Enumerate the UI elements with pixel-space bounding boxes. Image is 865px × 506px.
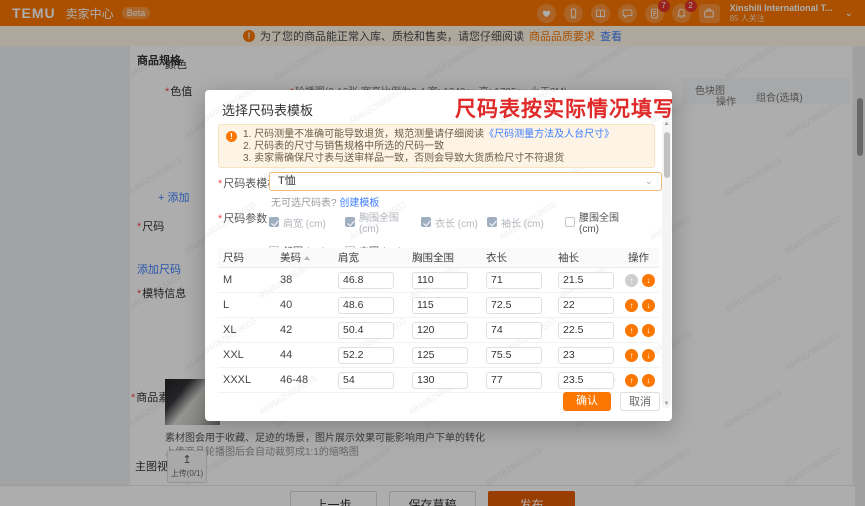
size-col-header: 袖长 xyxy=(558,252,579,264)
size-col-header: 衣长 xyxy=(486,252,507,264)
move-up-button[interactable]: ↑ xyxy=(625,298,638,312)
checkbox-icon xyxy=(421,217,431,227)
size-cell: 38 xyxy=(280,274,293,286)
size-cell: 40 xyxy=(280,299,293,311)
no-template-hint: 无可选尺码表? xyxy=(271,198,337,209)
confirm-button[interactable]: 确认 xyxy=(563,392,611,411)
garment-length-input[interactable] xyxy=(486,296,542,314)
alert-line-1: 1. 尺码测量不准确可能导致退货，规范测量请仔细阅读《尺码测量方法及人台尺寸》 xyxy=(243,129,615,140)
size-param-label: 袖长 (cm) xyxy=(501,218,544,230)
size-param-checkbox: 衣长 (cm) xyxy=(421,209,487,235)
size-table-row: XXL 44 ↑ ↓ xyxy=(218,343,659,368)
shoulder-width-input[interactable] xyxy=(338,346,394,364)
create-template-link[interactable]: 创建模板 xyxy=(339,198,379,209)
size-col-header: 尺码 xyxy=(223,252,244,264)
sleeve-length-input[interactable] xyxy=(558,271,614,289)
size-param-checkbox: 胸围全围 (cm) xyxy=(345,209,421,235)
size-col-header: 肩宽 xyxy=(338,252,359,264)
sort-caret-icon[interactable] xyxy=(304,255,310,260)
chest-circumference-input[interactable] xyxy=(412,296,468,314)
move-down-button[interactable]: ↓ xyxy=(642,348,655,362)
move-up-button[interactable]: ↑ xyxy=(625,373,638,387)
size-alert-box: ! 1. 尺码测量不准确可能导致退货，规范测量请仔细阅读《尺码测量方法及人台尺寸… xyxy=(218,124,655,168)
size-chart-template-modal: 4846829868603 4846829868603 4846829868603 4… xyxy=(205,90,672,421)
params-field-label: 尺码参数 xyxy=(223,213,268,225)
garment-length-input[interactable] xyxy=(486,271,542,289)
alert-icon: ! xyxy=(226,131,237,142)
garment-length-input[interactable] xyxy=(486,346,542,364)
size-param-checkbox[interactable]: 腰围全围 (cm) xyxy=(565,209,641,235)
size-template-select[interactable]: T恤 ⌄ xyxy=(269,172,662,191)
sleeve-length-input[interactable] xyxy=(558,346,614,364)
move-down-button[interactable]: ↓ xyxy=(642,323,655,337)
red-annotation: 尺码表按实际情况填写 xyxy=(455,98,672,121)
measure-method-link[interactable]: 《尺码测量方法及人台尺寸》 xyxy=(484,129,614,140)
size-col-header[interactable]: 美码 xyxy=(275,250,333,265)
size-cell: 46-48 xyxy=(280,374,309,386)
checkbox-icon xyxy=(269,217,279,227)
move-up-button[interactable]: ↑ xyxy=(625,323,638,337)
modal-scrollbar-thumb[interactable] xyxy=(663,132,670,178)
size-table-row: L 40 ↑ ↓ xyxy=(218,293,659,318)
move-down-button[interactable]: ↓ xyxy=(642,298,655,312)
size-table-row: XXXL 46-48 ↑ ↓ xyxy=(218,368,659,393)
size-param-label: 胸围全围 (cm) xyxy=(359,213,399,235)
size-param-label: 腰围全围 (cm) xyxy=(579,213,619,235)
size-chart-table: 尺码 美码肩宽 胸围全围 衣长 袖长 操作 M 38 ↑ ↓ L 40 ↑ ↓ XL 42 ↑ ↓ XXL 44 ↑ ↓… xyxy=(218,248,659,393)
size-param-label: 衣长 (cm) xyxy=(435,218,478,230)
modal-scrollbar[interactable]: ▲ ▼ xyxy=(662,120,671,408)
move-up-button[interactable]: ↑ xyxy=(625,348,638,362)
size-table-row: XL 42 ↑ ↓ xyxy=(218,318,659,343)
size-cell: 42 xyxy=(280,324,293,336)
size-param-label: 肩宽 (cm) xyxy=(283,218,326,230)
move-down-button[interactable]: ↓ xyxy=(642,273,655,287)
alert-line-3: 3. 卖家需确保尺寸表与送审样品一致，否则会导致大货质检尺寸不符退货 xyxy=(243,153,565,164)
garment-length-input[interactable] xyxy=(486,321,542,339)
shoulder-width-input[interactable] xyxy=(338,271,394,289)
modal-title: 选择尺码表模板 xyxy=(222,103,314,118)
sleeve-length-input[interactable] xyxy=(558,321,614,339)
selected-template-value: T恤 xyxy=(278,175,296,187)
size-cell: XXXL xyxy=(223,374,252,386)
cancel-button[interactable]: 取消 xyxy=(620,392,660,411)
size-cell: XL xyxy=(223,324,237,336)
select-caret-icon: ⌄ xyxy=(644,176,653,187)
chest-circumference-input[interactable] xyxy=(412,346,468,364)
move-down-button[interactable]: ↓ xyxy=(642,373,655,387)
shoulder-width-input[interactable] xyxy=(338,371,394,389)
alert-line-2: 2. 尺码表的尺寸与销售规格中所选的尺码一致 xyxy=(243,141,445,152)
sleeve-length-input[interactable] xyxy=(558,371,614,389)
chest-circumference-input[interactable] xyxy=(412,271,468,289)
size-table-row: M 38 ↑ ↓ xyxy=(218,268,659,293)
size-cell: XXL xyxy=(223,349,244,361)
checkbox-icon xyxy=(345,217,355,227)
size-col-header: 胸围全围 xyxy=(412,252,454,264)
sleeve-length-input[interactable] xyxy=(558,296,614,314)
size-cell: L xyxy=(223,299,230,311)
scroll-down-icon[interactable]: ▼ xyxy=(662,401,671,407)
size-table-header-row: 尺码 美码 肩宽 胸围全围 衣长 袖长 操作 xyxy=(218,248,659,268)
garment-length-input[interactable] xyxy=(486,371,542,389)
shoulder-width-input[interactable] xyxy=(338,296,394,314)
size-param-checkbox: 袖长 (cm) xyxy=(487,209,565,235)
checkbox-icon[interactable] xyxy=(565,217,575,227)
checkbox-icon xyxy=(487,217,497,227)
size-col-header: 操作 xyxy=(628,252,649,264)
size-param-checkbox: 肩宽 (cm) xyxy=(269,209,345,235)
chest-circumference-input[interactable] xyxy=(412,371,468,389)
size-cell: 44 xyxy=(280,349,293,361)
move-up-button[interactable]: ↑ xyxy=(625,273,638,287)
size-cell: M xyxy=(223,274,233,286)
chest-circumference-input[interactable] xyxy=(412,321,468,339)
shoulder-width-input[interactable] xyxy=(338,321,394,339)
